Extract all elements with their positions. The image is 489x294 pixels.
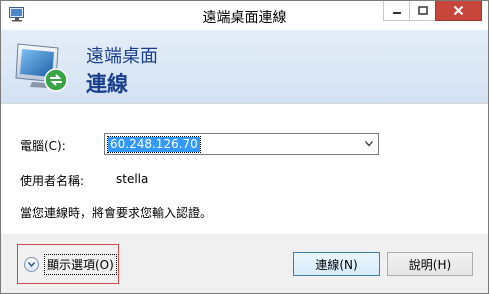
computer-value[interactable]: 60.248.126.70 [107, 136, 201, 153]
computer-combobox[interactable]: 60.248.126.70 [104, 133, 379, 155]
chevron-down-icon[interactable] [365, 141, 373, 147]
computer-label: 電腦(C): [20, 139, 66, 153]
header-subtitle: 遠端桌面 [86, 46, 158, 67]
expand-chevron-icon [24, 257, 39, 272]
dialog-footer: 顯示選項(O) 連線(N) 說明(H) [1, 234, 488, 293]
credentials-info-text: 當您連線時，將會要求您輸入認證。 [20, 206, 213, 220]
show-options-button[interactable]: 顯示選項(O) [17, 244, 119, 284]
minimize-icon [392, 11, 401, 14]
title-bar[interactable]: 遠端桌面連線 [1, 1, 488, 30]
help-button[interactable]: 說明(H) [387, 252, 473, 276]
maximize-icon [417, 5, 428, 15]
connect-button[interactable]: 連線(N) [293, 252, 380, 276]
minimize-button[interactable] [383, 1, 409, 21]
header-banner: 遠端桌面 連線 [1, 30, 488, 104]
maximize-button[interactable] [409, 1, 435, 21]
connection-form: 電腦(C): 60.248.126.70 使用者名稱: stella 當您連線時… [1, 104, 488, 234]
close-icon [453, 5, 464, 16]
username-value: stella [116, 172, 149, 186]
close-button[interactable] [435, 1, 482, 21]
header-title: 連線 [86, 72, 128, 96]
remote-desktop-window: 遠端桌面連線 遠端桌面 連線 電腦(C): 60.248.126.70 使用者名… [0, 0, 489, 294]
show-options-label: 顯示選項(O) [44, 254, 117, 275]
remote-desktop-monitor-icon [15, 43, 68, 92]
username-label: 使用者名稱: [20, 174, 85, 188]
